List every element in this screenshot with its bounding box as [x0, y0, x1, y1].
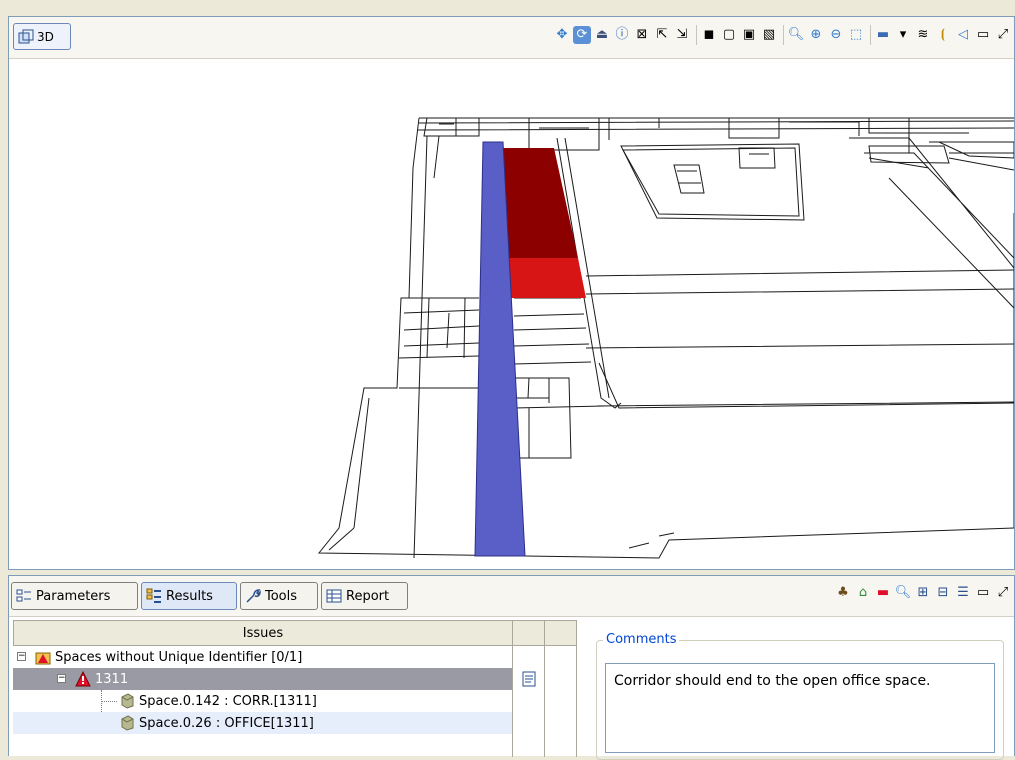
3d-viewport[interactable]	[9, 58, 1014, 569]
floorplan-drawing	[317, 117, 1014, 559]
tab-report-label: Report	[346, 588, 390, 604]
maximize-icon[interactable]: ⤢	[994, 584, 1012, 602]
list-icon[interactable]: ☰	[954, 584, 972, 602]
table-icon	[326, 589, 342, 603]
pan-icon[interactable]: ✥	[553, 26, 571, 44]
maximize-icon[interactable]: ⤢	[994, 26, 1012, 44]
separator	[696, 25, 697, 45]
column-header-2[interactable]	[512, 620, 545, 646]
collapse-icon[interactable]: −	[17, 652, 26, 661]
tab-parameters-label: Parameters	[36, 588, 111, 604]
column-divider	[576, 646, 577, 757]
box-section-icon[interactable]: ▧	[760, 26, 778, 44]
tree-row-space[interactable]: Space.0.26 : OFFICE[1311]	[13, 712, 513, 734]
dropdown-icon[interactable]: ▾	[894, 26, 912, 44]
remove-icon[interactable]: ▬	[874, 584, 892, 602]
layers-icon[interactable]: ≋	[914, 26, 932, 44]
space-label: Space.0.142 : CORR.[1311]	[139, 693, 317, 709]
search-icon[interactable]: 🔍︎	[894, 584, 912, 602]
warning-folder-icon	[35, 652, 51, 665]
zoom-fit-icon[interactable]: ⬚	[847, 26, 865, 44]
expand-all-icon[interactable]: ⊞	[914, 584, 932, 602]
minimize-icon[interactable]: ▭	[974, 584, 992, 602]
select-icon[interactable]: ⇱	[653, 26, 671, 44]
window-icon[interactable]: ▬	[874, 26, 892, 44]
split-icon[interactable]: ⦗	[934, 26, 952, 44]
parameters-icon	[16, 589, 31, 602]
transparency-icon[interactable]: ◁	[954, 26, 972, 44]
space-box-icon	[121, 693, 134, 709]
3d-view-panel: 3D ✥ ⟳ ⏏ ⓘ ⊠ ⇱ ⇲ ◼ ▢ ▣ ▧ 🔍︎ ⊕ ⊖ ⬚ ▬ ▾ ≋ …	[8, 16, 1015, 570]
measure-icon[interactable]: ⊠	[633, 26, 651, 44]
issues-column-header[interactable]: Issues	[13, 620, 513, 646]
column-header-3[interactable]	[544, 620, 577, 646]
issue-group-label: Spaces without Unique Identifier [0/1]	[55, 649, 303, 665]
collapse-all-icon[interactable]: ⊟	[934, 584, 952, 602]
results-toolbar: Parameters Results Tools Report ♣ ⌂ ▬ 🔍︎…	[9, 576, 1014, 617]
tab-3d[interactable]: 3D	[13, 23, 71, 50]
tree-row-issue[interactable]: − 1311	[13, 668, 513, 690]
comment-icon[interactable]	[521, 671, 537, 687]
box-shaded-icon[interactable]: ▣	[740, 26, 758, 44]
rotate-icon[interactable]: ⟳	[573, 26, 591, 44]
tab-tools-label: Tools	[265, 588, 298, 604]
comments-group: Comments Corridor should end to the open…	[596, 632, 1004, 760]
comments-legend: Comments	[603, 632, 680, 647]
tab-report[interactable]: Report	[321, 582, 408, 610]
box-solid-icon[interactable]: ◼	[700, 26, 718, 44]
tab-results-label: Results	[166, 588, 213, 604]
warning-icon	[75, 671, 91, 687]
issues-header-label: Issues	[242, 625, 284, 641]
minimize-icon[interactable]: ▭	[974, 26, 992, 44]
results-toolbar-icons: ♣ ⌂ ▬ 🔍︎ ⊞ ⊟ ☰ ▭ ⤢	[834, 584, 1014, 602]
results-icon	[146, 588, 161, 603]
collapse-icon[interactable]: −	[57, 674, 66, 683]
home-icon[interactable]: ⌂	[854, 584, 872, 602]
stamp-icon[interactable]: ♣	[834, 584, 852, 602]
tab-parameters[interactable]: Parameters	[11, 582, 138, 610]
select-multi-icon[interactable]: ⇲	[673, 26, 691, 44]
tab-results[interactable]: Results	[141, 582, 237, 610]
tree-row-issue-group[interactable]: − Spaces without Unique Identifier [0/1]	[13, 646, 577, 668]
space-label: Space.0.26 : OFFICE[1311]	[139, 715, 314, 731]
zoom-icon[interactable]: 🔍︎	[787, 26, 805, 44]
eject-icon[interactable]: ⏏	[593, 26, 611, 44]
comments-textarea[interactable]: Corridor should end to the open office s…	[605, 663, 995, 753]
3d-toolbar-icons: ✥ ⟳ ⏏ ⓘ ⊠ ⇱ ⇲ ◼ ▢ ▣ ▧ 🔍︎ ⊕ ⊖ ⬚ ▬ ▾ ≋ ⦗ ◁…	[553, 25, 1014, 45]
zoom-out-icon[interactable]: ⊖	[827, 26, 845, 44]
tab-tools[interactable]: Tools	[240, 582, 318, 610]
column-divider	[512, 646, 513, 757]
tree-row-space[interactable]: Space.0.142 : CORR.[1311]	[13, 690, 513, 712]
wrench-icon	[246, 589, 261, 603]
zoom-in-icon[interactable]: ⊕	[807, 26, 825, 44]
separator	[783, 25, 784, 45]
results-panel: Parameters Results Tools Report ♣ ⌂ ▬ 🔍︎…	[8, 575, 1015, 760]
issues-table: Issues − Spaces without Unique Identifie…	[13, 620, 577, 757]
cube-icon	[18, 29, 34, 43]
info-icon[interactable]: ⓘ	[613, 26, 631, 44]
3d-view-toolbar: 3D ✥ ⟳ ⏏ ⓘ ⊠ ⇱ ⇲ ◼ ▢ ▣ ▧ 🔍︎ ⊕ ⊖ ⬚ ▬ ▾ ≋ …	[9, 17, 1014, 59]
column-divider	[544, 646, 545, 757]
separator	[870, 25, 871, 45]
tab-3d-label: 3D	[37, 29, 54, 44]
box-wire-icon[interactable]: ▢	[720, 26, 738, 44]
space-box-icon	[121, 715, 134, 731]
issue-label: 1311	[95, 671, 129, 687]
